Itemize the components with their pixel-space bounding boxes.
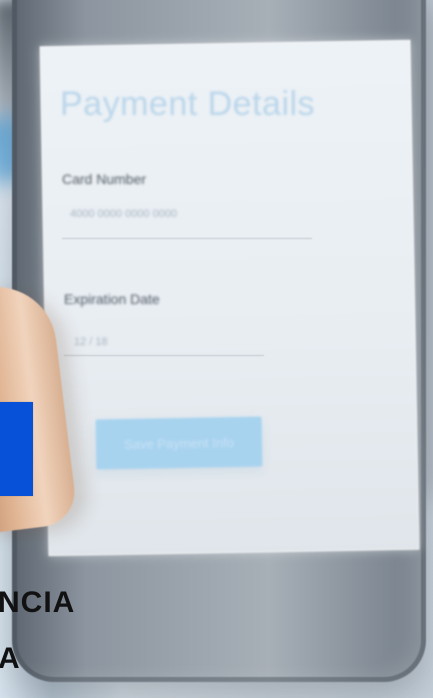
expiration-date-value: 12 / 18 xyxy=(74,336,108,348)
expiration-date-label: Expiration Date xyxy=(64,291,160,307)
cropped-overlay-text-line-1: NCIA xyxy=(0,586,76,619)
blurred-phone-payment-scene: Payment Details Card Number 4000 0000 00… xyxy=(0,0,433,698)
save-payment-info-button: Save Payment Info xyxy=(95,416,263,470)
card-number-value: 4000 0000 0000 0000 xyxy=(70,208,178,220)
cropped-overlay-text-line-2: A xyxy=(0,642,21,675)
card-number-label: Card Number xyxy=(62,171,147,187)
card-number-input-line xyxy=(62,238,312,239)
blue-side-tab xyxy=(0,402,33,496)
payment-details-title: Payment Details xyxy=(60,85,316,123)
expiration-date-input-line xyxy=(64,355,264,356)
